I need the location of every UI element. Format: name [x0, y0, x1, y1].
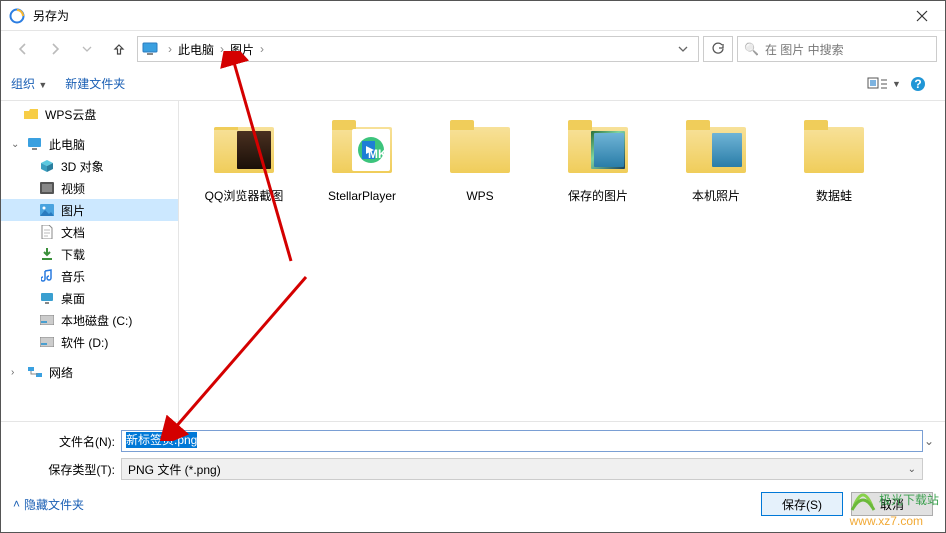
search-input[interactable]: 🔍 在 图片 中搜索 — [737, 36, 937, 62]
file-item[interactable]: 保存的图片 — [539, 111, 657, 221]
view-options-button[interactable]: ▼ — [867, 72, 901, 96]
pc-icon — [142, 42, 160, 56]
tree-downloads[interactable]: 下载 — [1, 243, 178, 265]
cancel-button[interactable]: 取消 — [851, 492, 933, 516]
tree-pictures[interactable]: 图片 — [1, 199, 178, 221]
chevron-right-icon: › — [218, 42, 226, 56]
hide-folders-toggle[interactable]: ˄ 隐藏文件夹 — [13, 496, 84, 513]
folder-icon — [214, 127, 274, 173]
chevron-up-icon: ˄ — [13, 497, 20, 511]
tree-drive-d[interactable]: 软件 (D:) — [1, 331, 178, 353]
address-dropdown[interactable] — [672, 44, 694, 54]
close-button[interactable] — [899, 1, 945, 31]
file-item[interactable]: MKV StellarPlayer — [303, 111, 421, 221]
drive-icon — [39, 334, 55, 350]
breadcrumb-child[interactable]: 图片 — [226, 41, 258, 58]
tree-3d-objects[interactable]: 3D 对象 — [1, 155, 178, 177]
chevron-down-icon: ⌄ — [11, 139, 21, 150]
file-item[interactable]: QQ浏览器截图 — [185, 111, 303, 221]
music-icon — [39, 268, 55, 284]
video-icon — [39, 180, 55, 196]
tree-drive-c[interactable]: 本地磁盘 (C:) — [1, 309, 178, 331]
download-icon — [39, 246, 55, 262]
folder-icon — [686, 127, 746, 173]
desktop-icon — [39, 290, 55, 306]
chevron-down-icon: ⌄ — [908, 464, 916, 475]
search-icon: 🔍 — [744, 42, 759, 56]
folder-icon — [450, 127, 510, 173]
drive-icon — [39, 312, 55, 328]
folder-icon — [23, 106, 39, 122]
address-bar[interactable]: › 此电脑 › 图片 › — [137, 36, 699, 62]
filename-label: 文件名(N): — [11, 433, 121, 450]
folder-icon — [568, 127, 628, 173]
tree-desktop[interactable]: 桌面 — [1, 287, 178, 309]
cube-icon — [39, 158, 55, 174]
tree-music[interactable]: 音乐 — [1, 265, 178, 287]
filename-input[interactable]: 新标签页.png — [121, 430, 923, 452]
document-icon — [39, 224, 55, 240]
recent-dropdown[interactable] — [73, 36, 101, 62]
svg-text:MKV: MKV — [368, 147, 386, 161]
pc-icon — [27, 136, 43, 152]
filetype-label: 保存类型(T): — [11, 461, 121, 478]
filename-dropdown[interactable]: ⌄ — [923, 434, 935, 448]
tree-videos[interactable]: 视频 — [1, 177, 178, 199]
app-icon — [9, 8, 25, 24]
file-item[interactable]: 本机照片 — [657, 111, 775, 221]
file-list[interactable]: QQ浏览器截图 MKV StellarPlayer WPS 保存的图片 本机照片… — [179, 101, 945, 421]
chevron-right-icon: › — [166, 42, 174, 56]
tree-this-pc[interactable]: ⌄ 此电脑 — [1, 133, 178, 155]
navigation-tree: WPS云盘 ⌄ 此电脑 3D 对象 视频 图片 文档 下载 — [1, 101, 179, 421]
pictures-icon — [39, 202, 55, 218]
back-button[interactable] — [9, 36, 37, 62]
tree-wps-cloud[interactable]: WPS云盘 — [1, 103, 178, 125]
file-item[interactable]: WPS — [421, 111, 539, 221]
new-folder-button[interactable]: 新建文件夹 — [65, 75, 125, 92]
forward-button[interactable] — [41, 36, 69, 62]
file-item[interactable]: 数据蛙 — [775, 111, 893, 221]
chevron-right-icon: › — [11, 367, 21, 378]
folder-icon: MKV — [332, 127, 392, 173]
save-button[interactable]: 保存(S) — [761, 492, 843, 516]
up-button[interactable] — [105, 36, 133, 62]
network-icon — [27, 364, 43, 380]
organize-menu[interactable]: 组织 ▼ — [11, 75, 47, 92]
filetype-select[interactable]: PNG 文件 (*.png) ⌄ — [121, 458, 923, 480]
breadcrumb-root[interactable]: 此电脑 — [174, 41, 218, 58]
folder-icon — [804, 127, 864, 173]
help-button[interactable]: ? — [901, 72, 935, 96]
window-title: 另存为 — [33, 7, 899, 24]
tree-documents[interactable]: 文档 — [1, 221, 178, 243]
search-placeholder: 在 图片 中搜索 — [765, 41, 844, 58]
chevron-right-icon: › — [258, 42, 266, 56]
refresh-button[interactable] — [703, 36, 733, 62]
svg-text:?: ? — [914, 77, 921, 91]
tree-network[interactable]: › 网络 — [1, 361, 178, 383]
